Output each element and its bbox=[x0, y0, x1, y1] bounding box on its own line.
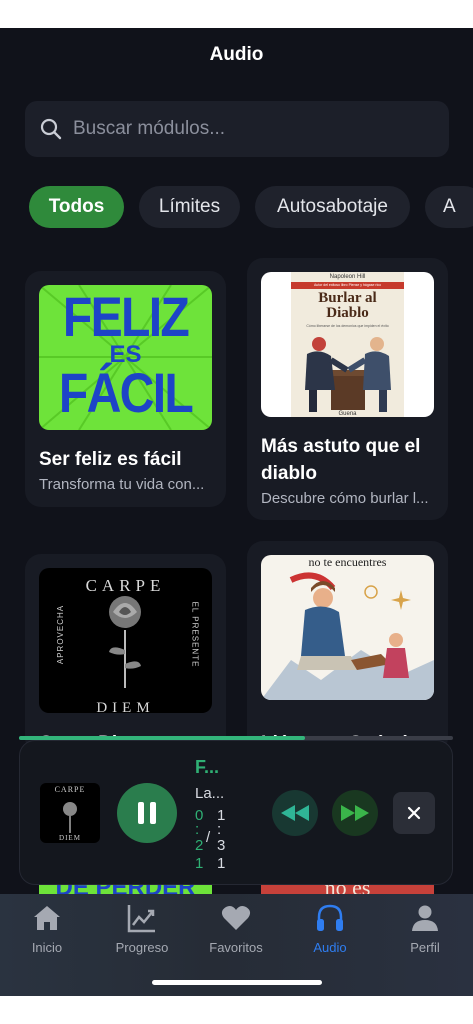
chip-more[interactable]: A bbox=[425, 186, 473, 228]
cover-llamame-cuando: no te encuentres bbox=[261, 555, 434, 700]
cover-illustration bbox=[305, 337, 391, 412]
person-icon bbox=[412, 905, 438, 931]
time-current: 2 bbox=[195, 837, 204, 854]
cover-carpe-diem: CARPE APROVECHA EL PRESENTE DIEM bbox=[39, 568, 212, 713]
search-input[interactable]: Buscar módulos... bbox=[73, 118, 225, 140]
cover-burlar-al-diablo: Napoleon Hill Autor del exitoso libro Pi… bbox=[261, 272, 434, 417]
module-card[interactable]: no te encuentres Llámame Cuándo bbox=[247, 541, 448, 754]
module-card[interactable]: CARPE APROVECHA EL PRESENTE DIEM Carpe D… bbox=[25, 554, 226, 754]
cover-title: Burlar al Diablo bbox=[318, 290, 377, 321]
cover-right: EL PRESENTE bbox=[190, 601, 200, 668]
tab-perfil[interactable]: Perfil bbox=[385, 902, 465, 955]
thumb-text: DIEM bbox=[59, 834, 81, 842]
tab-label: Favoritos bbox=[209, 940, 263, 955]
cover-text: no te encuentres bbox=[308, 555, 387, 569]
module-card[interactable]: FELIZ ES FÁCIL Ser feliz es fácil Transf… bbox=[25, 271, 226, 507]
search-bar[interactable]: Buscar módulos... bbox=[25, 101, 449, 157]
heart-icon bbox=[221, 906, 251, 930]
time-total: 1 bbox=[217, 855, 226, 872]
card-title: Más astuto que el diablo bbox=[261, 436, 421, 484]
tab-label: Perfil bbox=[410, 940, 440, 955]
cover-feliz-es-facil: FELIZ ES FÁCIL bbox=[39, 285, 212, 430]
tab-inicio[interactable]: Inicio bbox=[7, 902, 87, 955]
forward-button[interactable] bbox=[332, 790, 378, 836]
time-total: : bbox=[217, 821, 222, 838]
card-subtitle: Transforma tu vida con... bbox=[39, 476, 205, 493]
cover-left: APROVECHA bbox=[56, 604, 66, 665]
cover-bottom: Guena bbox=[338, 411, 357, 417]
now-playing-artist: La... bbox=[195, 785, 225, 802]
pause-button[interactable] bbox=[117, 783, 177, 843]
module-card[interactable]: Napoleon Hill Autor del exitoso libro Pi… bbox=[247, 258, 448, 520]
now-playing-title: F... bbox=[195, 757, 220, 777]
search-icon bbox=[40, 118, 62, 140]
chip-autosabotaje[interactable]: Autosabotaje bbox=[255, 186, 410, 228]
tab-label: Audio bbox=[313, 940, 347, 955]
audio-screen: Audio Buscar módulos... Todos Límites Au… bbox=[0, 28, 473, 996]
cover-text: FELIZ bbox=[62, 285, 190, 348]
cover-illustration bbox=[261, 572, 434, 700]
cover-author: Napoleon Hill bbox=[329, 274, 366, 280]
pause-icon bbox=[138, 802, 156, 824]
close-icon bbox=[407, 806, 421, 820]
tab-audio[interactable]: Audio bbox=[290, 902, 370, 955]
time-current: : bbox=[195, 821, 200, 838]
cover-bottom: DIEM bbox=[96, 700, 155, 713]
fast-forward-icon bbox=[341, 805, 369, 821]
home-icon bbox=[34, 906, 60, 930]
time-separator: / bbox=[206, 829, 211, 846]
cover-tagline: Autor del exitoso libro Piense y hágase … bbox=[291, 282, 404, 289]
tab-favoritos[interactable]: Favoritos bbox=[196, 902, 276, 955]
time-total: 3 bbox=[217, 837, 226, 854]
card-subtitle: Descubre cómo burlar l... bbox=[261, 490, 429, 507]
tab-label: Progreso bbox=[115, 940, 169, 955]
time-current: 1 bbox=[195, 855, 204, 872]
cover-text: FÁCIL bbox=[58, 361, 194, 424]
rewind-button[interactable] bbox=[272, 790, 318, 836]
cover-subtitle: Cómo liberarse de los demonios que impid… bbox=[306, 324, 389, 328]
tab-label: Inicio bbox=[31, 940, 63, 955]
rose-icon bbox=[109, 596, 141, 688]
headphones-icon bbox=[317, 904, 343, 931]
rewind-icon bbox=[281, 805, 309, 821]
tab-progreso[interactable]: Progreso bbox=[102, 902, 182, 955]
chip-limites[interactable]: Límites bbox=[139, 186, 240, 228]
card-title: Ser feliz es fácil bbox=[39, 449, 182, 470]
close-player-button[interactable] bbox=[393, 792, 435, 834]
mini-player: CARPE DIEM F... La... 0 : 2 1 / 1 : 3 1 bbox=[19, 740, 453, 885]
home-indicator bbox=[152, 980, 322, 985]
page-title: Audio bbox=[209, 44, 264, 65]
chart-icon bbox=[127, 905, 155, 933]
category-chips: Todos Límites Autosabotaje A bbox=[29, 186, 473, 228]
now-playing-thumbnail: CARPE DIEM bbox=[40, 783, 100, 843]
chip-todos[interactable]: Todos bbox=[29, 186, 124, 228]
